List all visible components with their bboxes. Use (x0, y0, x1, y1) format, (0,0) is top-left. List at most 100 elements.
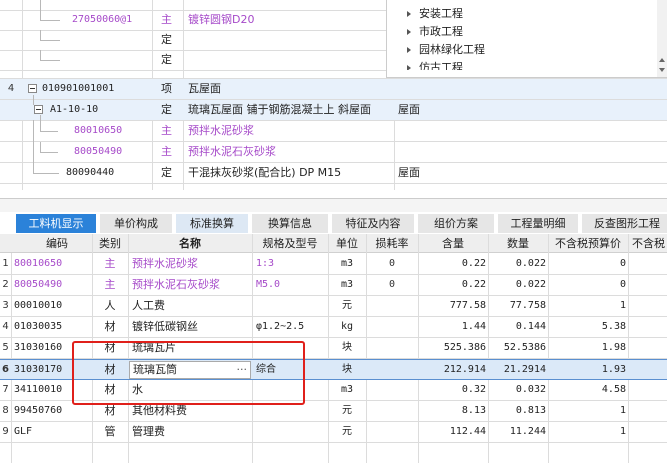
content-value: 0.22 (461, 279, 486, 290)
material-code: 80050490 (14, 279, 63, 290)
top-row-name: 瓦屋面 (188, 82, 221, 95)
scroll-down-icon[interactable] (659, 68, 665, 72)
scroll-up-icon[interactable] (659, 58, 665, 62)
top-row-name: 干混抹灰砂浆(配合比) DP M15 (188, 166, 342, 179)
tab-quantity-details[interactable]: 工程量明细 (498, 214, 578, 233)
tree-item-install[interactable]: 安装工程 (407, 6, 463, 22)
material-unit: 元 (342, 300, 352, 311)
price-value: 0 (619, 279, 626, 290)
project-type-tree: 安装工程 市政工程 园林绿化工程 仿古工程 (386, 0, 667, 78)
col-header-unit[interactable]: 单位 (328, 234, 366, 253)
material-unit: 块 (342, 342, 352, 353)
price-value: 0 (619, 258, 626, 269)
row-number: 1 (2, 258, 9, 269)
collapse-icon[interactable] (28, 84, 37, 93)
tree-scrollbar[interactable] (657, 0, 667, 77)
content-value: 112.44 (449, 426, 486, 437)
top-row-type: 主 (161, 124, 172, 137)
tree-item-municipal[interactable]: 市政工程 (407, 24, 463, 40)
grid-row[interactable]: 1 80010650 主 预拌水泥砂浆 1:3 m3 0 0.22 0.022 0 (0, 254, 667, 275)
top-row-code: 27050060@1 (72, 14, 133, 25)
tab-unit-price[interactable]: 单价构成 (100, 214, 172, 233)
col-header-code[interactable]: 编码 (22, 234, 92, 253)
tree-item-landscape[interactable]: 园林绿化工程 (407, 42, 485, 58)
col-header-price-2[interactable]: 不含税 (628, 234, 667, 253)
top-row-6[interactable]: 80010650 主 预拌水泥砂浆 (0, 115, 667, 141)
top-row-unit: 屋面 (398, 103, 420, 116)
triangle-right-icon (407, 47, 411, 53)
price-value: 1 (619, 426, 626, 437)
material-name: 预拌水泥砂浆 (132, 257, 198, 270)
grid-row[interactable]: 2 80050490 主 预拌水泥石灰砂浆 M5.0 m3 0 0.22 0.022 0 (0, 275, 667, 296)
material-spec: φ1.2~2.5 (256, 321, 305, 332)
grid-row[interactable]: 9 GLF 管 管理费 元 112.44 11.244 1 (0, 422, 667, 443)
triangle-right-icon (407, 11, 411, 17)
tab-standard-conversion[interactable]: 标准换算 (176, 214, 248, 233)
material-unit: m3 (340, 258, 354, 269)
splitter[interactable] (0, 198, 667, 212)
row-number: 9 (2, 426, 9, 437)
triangle-right-icon (407, 65, 411, 70)
row-number: 8 (2, 405, 9, 416)
top-row-5[interactable]: A1-10-10 定 琉璃瓦屋面 铺于钢筋混凝土上 斜屋面 屋面 (0, 95, 667, 120)
tab-reverse-lookup[interactable]: 反查图形工程量 (582, 214, 667, 233)
material-type: 人 (104, 299, 116, 312)
material-type: 主 (104, 278, 116, 291)
quantity-value: 0.022 (515, 279, 546, 290)
top-row-1[interactable]: 27050060@1 主 镀锌圆钢D20 (0, 0, 386, 30)
material-type: 管 (104, 425, 116, 438)
quantity-value: 52.5386 (503, 342, 546, 353)
material-type: 主 (104, 257, 116, 270)
triangle-right-icon (407, 29, 411, 35)
material-unit: m3 (340, 384, 354, 395)
loss-rate: 0 (388, 279, 396, 290)
col-header-content[interactable]: 含量 (418, 234, 488, 253)
col-header-loss[interactable]: 损耗率 (366, 234, 418, 253)
loss-rate: 0 (388, 258, 396, 269)
top-row-4[interactable]: 4 010901001001 项 瓦屋面 (0, 79, 667, 99)
tab-conversion-info[interactable]: 换算信息 (252, 214, 328, 233)
price-value: 5.38 (601, 321, 626, 332)
material-name: 镀锌低碳钢丝 (132, 320, 198, 333)
material-spec: M5.0 (256, 279, 281, 290)
price-value: 1.98 (601, 342, 626, 353)
col-header-price[interactable]: 不含税预算价 (548, 234, 628, 253)
content-value: 0.32 (461, 384, 486, 395)
tab-material-display[interactable]: 工料机显示 (16, 214, 96, 233)
tree-item-antique[interactable]: 仿古工程 (407, 60, 463, 70)
top-row-type: 主 (161, 13, 172, 26)
collapse-icon[interactable] (34, 105, 43, 114)
col-header-spec[interactable]: 规格及型号 (252, 234, 328, 253)
col-header-quantity[interactable]: 数量 (488, 234, 548, 253)
top-row-2[interactable]: 定 (0, 30, 386, 50)
tab-pricing-scheme[interactable]: 组价方案 (418, 214, 494, 233)
row-number: 5 (2, 342, 9, 353)
top-row-type: 定 (161, 166, 172, 179)
price-value: 1 (619, 300, 626, 311)
top-row-name: 镀锌圆钢D20 (188, 13, 255, 26)
row-number: 6 (2, 364, 9, 375)
top-row-3[interactable]: 定 (0, 50, 386, 70)
material-spec: 1:3 (256, 258, 275, 269)
material-name: 预拌水泥石灰砂浆 (132, 278, 220, 291)
material-type: 材 (104, 320, 116, 333)
material-unit: 块 (342, 364, 352, 375)
material-unit: 元 (342, 426, 352, 437)
top-row-code: 80010650 (74, 125, 123, 136)
content-value: 212.914 (443, 364, 486, 375)
top-row-8[interactable]: 80090440 定 干混抹灰砂浆(配合比) DP M15 屋面 (0, 120, 667, 183)
quantity-value: 0.144 (515, 321, 546, 332)
content-value: 525.386 (443, 342, 486, 353)
col-header-type[interactable]: 类别 (92, 234, 128, 253)
grid-row[interactable]: 4 01030035 材 镀锌低碳钢丝 φ1.2~2.5 kg 1.44 0.144 5.38 (0, 317, 667, 338)
row-number: 3 (2, 300, 9, 311)
top-row-type: 项 (161, 82, 172, 95)
col-header-name[interactable]: 名称 (128, 234, 252, 253)
tab-features[interactable]: 特征及内容 (332, 214, 414, 233)
top-row-7[interactable]: 80050490 主 预拌水泥石灰砂浆 (0, 142, 667, 162)
top-row-code: A1-10-10 (50, 104, 99, 115)
grid-row[interactable]: 3 00010010 人 人工费 元 777.58 77.758 1 (0, 296, 667, 317)
quantity-value: 77.758 (509, 300, 546, 311)
top-row-name: 琉璃瓦屋面 铺于钢筋混凝土上 斜屋面 (188, 103, 371, 116)
material-unit: kg (340, 321, 354, 332)
